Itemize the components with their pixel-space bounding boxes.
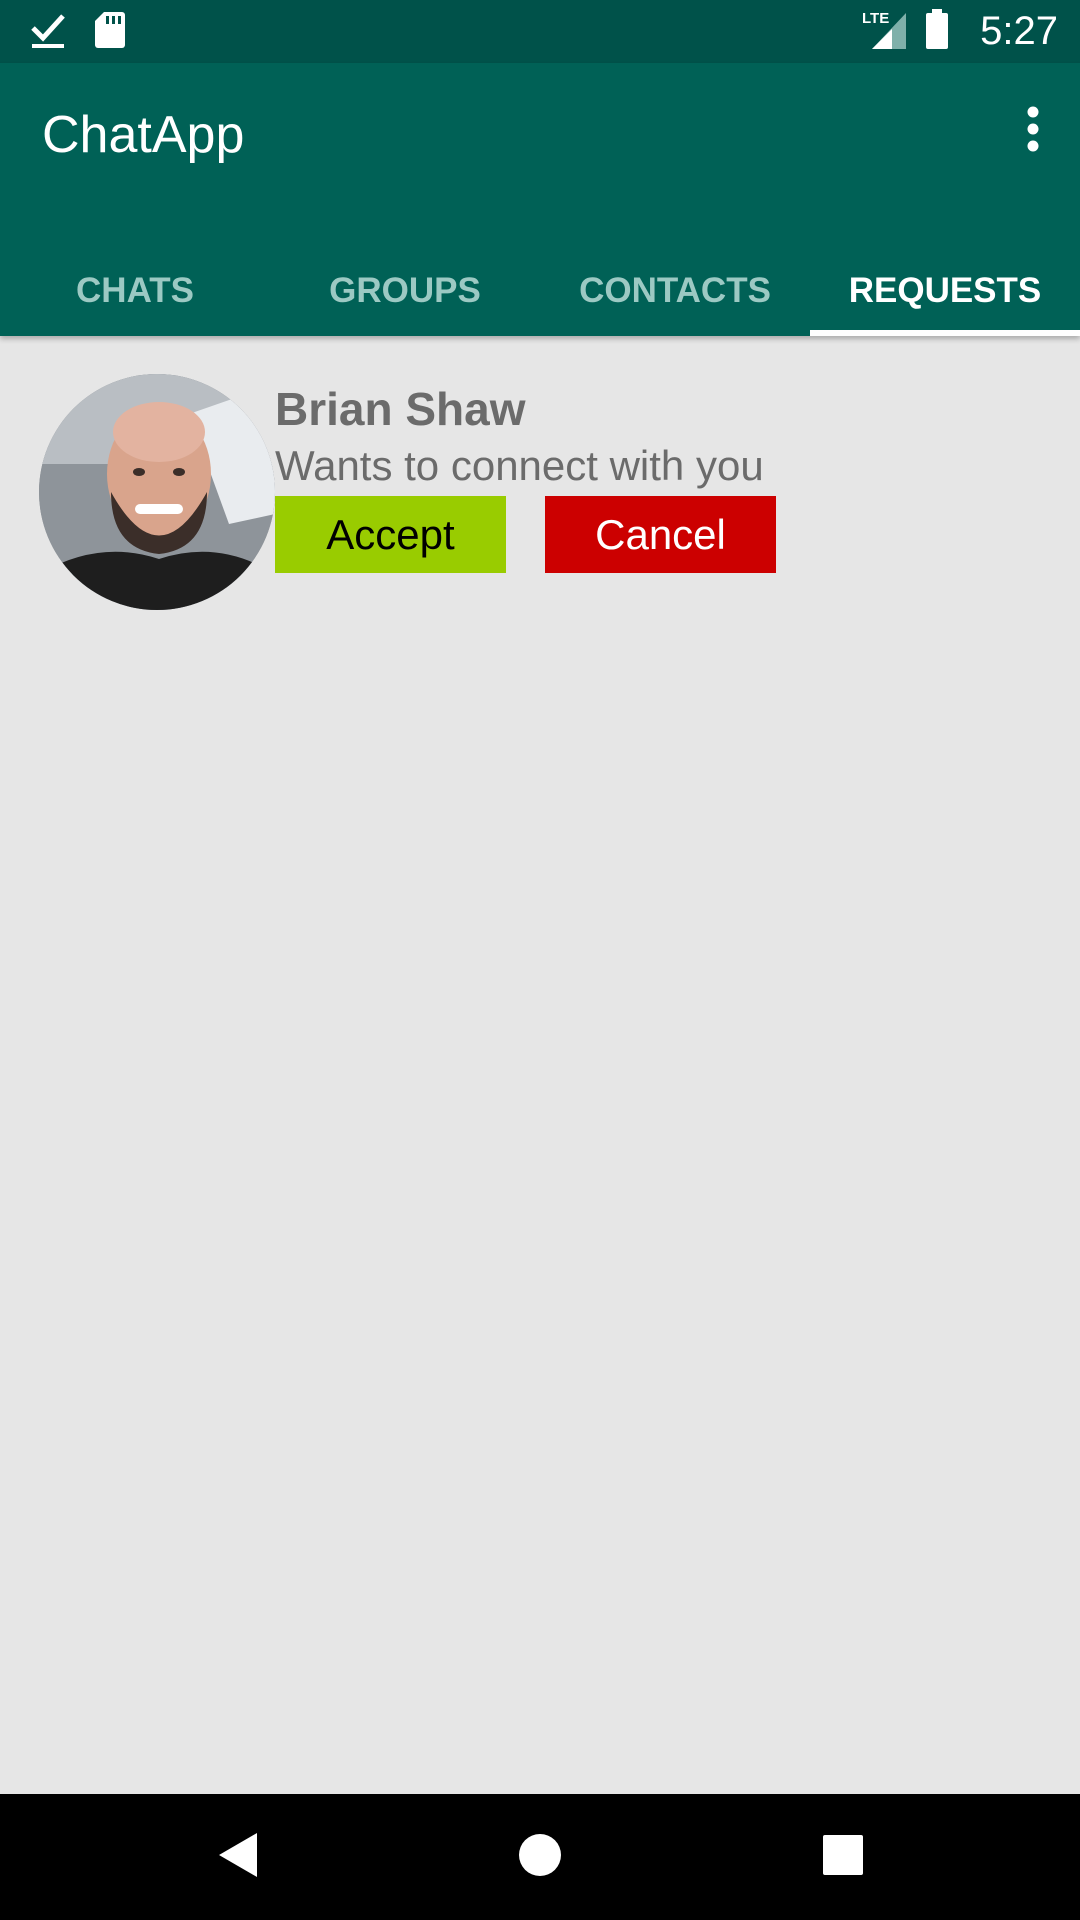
recents-button[interactable] xyxy=(810,1824,876,1890)
tab-chats[interactable]: CHATS xyxy=(0,259,270,336)
app-bar: ChatApp CHATS GROUPS CONTACTS REQUESTS xyxy=(0,63,1080,336)
requester-name: Brian Shaw xyxy=(275,383,526,435)
accept-button[interactable]: Accept xyxy=(275,496,506,573)
tab-indicator xyxy=(810,330,1080,336)
tab-bar: CHATS GROUPS CONTACTS REQUESTS xyxy=(0,259,1080,336)
navigation-bar xyxy=(0,1794,1080,1920)
svg-text:LTE: LTE xyxy=(862,10,889,27)
tab-label: REQUESTS xyxy=(848,271,1042,310)
status-right-icons: LTE 5:27 xyxy=(860,0,1058,63)
home-icon xyxy=(517,1832,563,1883)
tab-label: CHATS xyxy=(76,271,194,310)
overflow-menu-button[interactable] xyxy=(1008,99,1058,163)
tab-requests[interactable]: REQUESTS xyxy=(810,259,1080,336)
request-item: Brian Shaw Wants to connect with you Acc… xyxy=(0,370,1080,620)
battery-icon xyxy=(924,7,950,56)
status-bar: LTE 5:27 xyxy=(0,0,1080,63)
cancel-button[interactable]: Cancel xyxy=(545,496,776,573)
back-button[interactable] xyxy=(204,1824,270,1890)
lte-signal-icon: LTE xyxy=(860,7,910,56)
recents-icon xyxy=(822,1834,864,1881)
download-done-icon xyxy=(30,10,66,55)
tab-label: CONTACTS xyxy=(579,271,771,310)
clock: 5:27 xyxy=(980,9,1058,53)
tab-label: GROUPS xyxy=(329,271,481,310)
status-left-icons xyxy=(30,10,126,55)
avatar[interactable] xyxy=(39,374,275,610)
tab-contacts[interactable]: CONTACTS xyxy=(540,259,810,336)
request-status-text: Wants to connect with you xyxy=(275,442,764,489)
tab-groups[interactable]: GROUPS xyxy=(270,259,540,336)
home-button[interactable] xyxy=(507,1824,573,1890)
app-title: ChatApp xyxy=(42,106,245,164)
more-vert-icon xyxy=(1026,106,1040,157)
back-icon xyxy=(215,1830,259,1885)
sd-card-icon xyxy=(94,10,126,55)
